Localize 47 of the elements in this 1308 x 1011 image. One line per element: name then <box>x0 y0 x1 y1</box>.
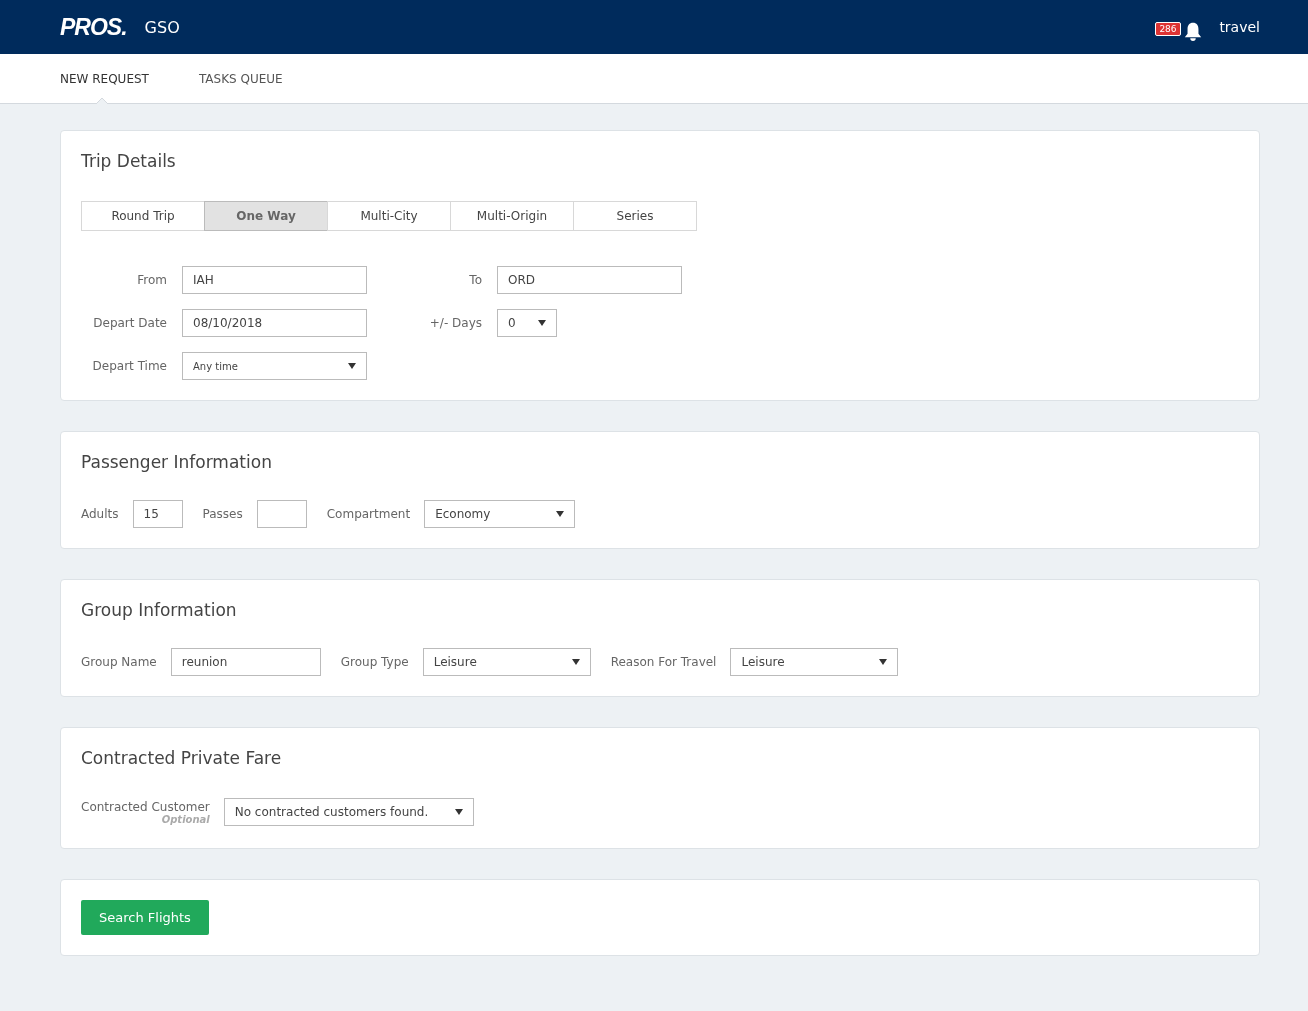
field-label: Depart Date <box>92 316 167 330</box>
input-field[interactable]: 08/10/2018 <box>182 309 367 337</box>
app-name: GSO <box>144 17 180 37</box>
trip-type-tab[interactable]: One Way <box>204 201 328 231</box>
field-label: Adults <box>81 507 119 521</box>
optional-hint: Optional <box>161 813 210 825</box>
caret-icon <box>454 809 463 815</box>
user-name[interactable]: travel <box>1219 19 1260 35</box>
section-title: Contracted Private Fare <box>81 748 283 768</box>
select-field[interactable]: Any time <box>182 352 367 380</box>
trip-type-tab[interactable]: Series <box>573 201 697 231</box>
caret-icon <box>538 320 546 326</box>
logo: PROS. <box>60 13 127 41</box>
field-label: Group Type <box>340 655 409 669</box>
field-label: +/- Days <box>428 316 482 330</box>
section-title: Trip Details <box>81 151 177 171</box>
nav-tab[interactable]: TASKS QUEUE <box>198 54 283 103</box>
input-field[interactable] <box>256 500 307 528</box>
field-label: Compartment <box>326 507 411 521</box>
caret-icon <box>571 659 580 665</box>
select-field[interactable]: Economy <box>424 500 576 528</box>
field-label: Depart Time <box>91 359 167 373</box>
select-field[interactable]: Leisure <box>422 648 591 676</box>
input-field[interactable]: IAH <box>182 266 367 294</box>
field-label: From <box>136 273 167 287</box>
caret-icon <box>556 511 565 517</box>
select-field[interactable]: Leisure <box>730 648 899 676</box>
input-field[interactable]: ORD <box>497 266 682 294</box>
caret-icon <box>348 363 356 369</box>
bell-icon[interactable] <box>1183 20 1204 42</box>
select-field[interactable]: 0 <box>497 309 557 337</box>
nav-tab[interactable]: NEW REQUEST <box>60 54 149 103</box>
field-label: Passes <box>202 507 243 521</box>
trip-type-tab[interactable]: Multi-Origin <box>450 201 574 231</box>
trip-type-tab[interactable]: Round Trip <box>81 201 205 231</box>
notification-badge: 286 <box>1155 22 1181 36</box>
trip-type-tab[interactable]: Multi-City <box>327 201 451 231</box>
field-label: To <box>468 273 482 287</box>
input-field[interactable]: 15 <box>132 500 183 528</box>
field-label: Reason For Travel <box>610 655 717 669</box>
input-field[interactable]: reunion <box>170 648 321 676</box>
field-label: Group Name <box>81 655 157 669</box>
section-title: Passenger Information <box>81 452 273 472</box>
select-field[interactable]: No contracted customers found. <box>223 798 474 826</box>
field-label: Contracted Customer <box>81 799 210 814</box>
caret-icon <box>879 659 888 665</box>
section-title: Group Information <box>81 600 238 620</box>
